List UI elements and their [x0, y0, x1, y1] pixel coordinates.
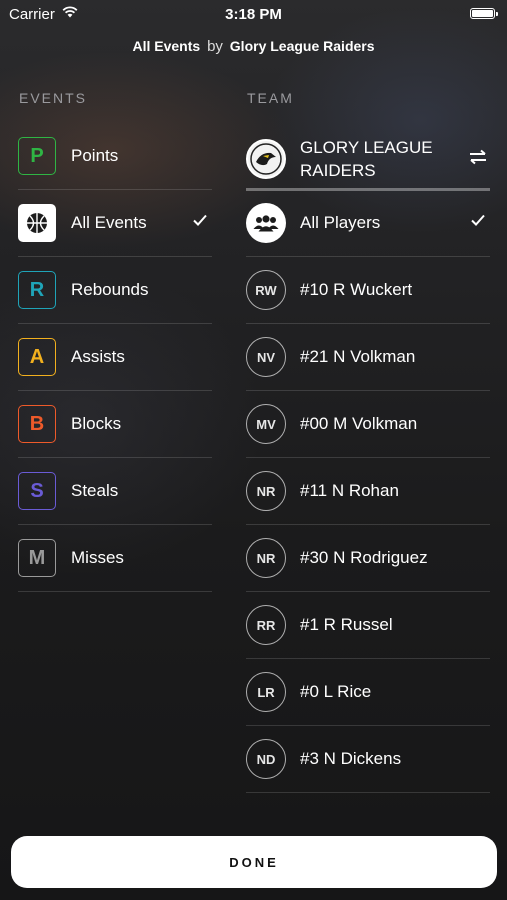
steals-icon: S [18, 472, 56, 510]
player-label: #30 N Rodriguez [300, 548, 428, 567]
checkmark-icon [193, 214, 207, 226]
event-label: All Events [71, 213, 147, 232]
event-item-all-events[interactable]: All Events [18, 190, 212, 257]
player-item[interactable]: MV #00 M Volkman [246, 391, 490, 458]
player-label: #0 L Rice [300, 682, 372, 701]
assists-icon: A [18, 338, 56, 376]
player-avatar: NR [246, 471, 286, 511]
player-label: #10 R Wuckert [300, 280, 413, 299]
player-avatar: NV [246, 337, 286, 377]
player-item[interactable]: NV #21 N Volkman [246, 324, 490, 391]
team-selector[interactable]: GLORY LEAGUE RAIDERS [246, 130, 490, 188]
event-item-rebounds[interactable]: R Rebounds [18, 257, 212, 324]
player-item[interactable]: RR #1 R Russel [246, 592, 490, 659]
event-item-steals[interactable]: S Steals [18, 458, 212, 525]
player-avatar: NR [246, 538, 286, 578]
team-logo [246, 139, 286, 179]
event-item-assists[interactable]: A Assists [18, 324, 212, 391]
event-item-blocks[interactable]: B Blocks [18, 391, 212, 458]
event-label: Misses [71, 548, 124, 567]
points-icon: P [18, 137, 56, 175]
player-item[interactable]: RW #10 R Wuckert [246, 257, 490, 324]
player-item-all[interactable]: All Players [246, 190, 490, 257]
clock: 3:18 PM [225, 6, 282, 23]
player-label: #11 N Rohan [300, 481, 399, 500]
event-item-points[interactable]: P Points [18, 123, 212, 190]
player-label: #1 R Russel [300, 615, 393, 634]
player-avatar: LR [246, 672, 286, 712]
player-label: All Players [300, 213, 381, 232]
nav-event-name: All Events [132, 38, 201, 54]
nav-title: All Events by Glory League Raiders [0, 38, 507, 55]
event-label: Rebounds [71, 280, 149, 299]
player-label: #00 M Volkman [300, 414, 418, 433]
player-avatar: RW [246, 270, 286, 310]
player-label: #3 N Dickens [300, 749, 402, 768]
player-avatar: ND [246, 739, 286, 779]
event-label: Points [71, 146, 119, 165]
event-label: Blocks [71, 414, 122, 433]
team-name: GLORY LEAGUE RAIDERS [300, 138, 433, 180]
nav-team-name: Glory League Raiders [229, 38, 375, 54]
events-header: EVENTS [19, 90, 88, 106]
swap-icon[interactable] [468, 149, 488, 165]
blocks-icon: B [18, 405, 56, 443]
player-label: #21 N Volkman [300, 347, 416, 366]
player-avatar: RR [246, 605, 286, 645]
status-bar: Carrier 3:18 PM [0, 0, 507, 28]
event-item-misses[interactable]: M Misses [18, 525, 212, 592]
event-label: Steals [71, 481, 119, 500]
player-item[interactable]: NR #30 N Rodriguez [246, 525, 490, 592]
misses-icon: M [18, 539, 56, 577]
checkmark-icon [471, 214, 485, 226]
nav-by: by [207, 38, 223, 55]
player-item[interactable]: NR #11 N Rohan [246, 458, 490, 525]
player-item[interactable]: ND #3 N Dickens [246, 726, 490, 793]
basketball-icon [18, 204, 56, 242]
player-avatar: MV [246, 404, 286, 444]
rebounds-icon: R [18, 271, 56, 309]
event-label: Assists [71, 347, 125, 366]
battery-icon [470, 8, 498, 19]
done-button[interactable]: DONE [11, 836, 497, 888]
player-item[interactable]: LR #0 L Rice [246, 659, 490, 726]
team-header: TEAM [247, 90, 294, 106]
group-icon [246, 203, 286, 243]
